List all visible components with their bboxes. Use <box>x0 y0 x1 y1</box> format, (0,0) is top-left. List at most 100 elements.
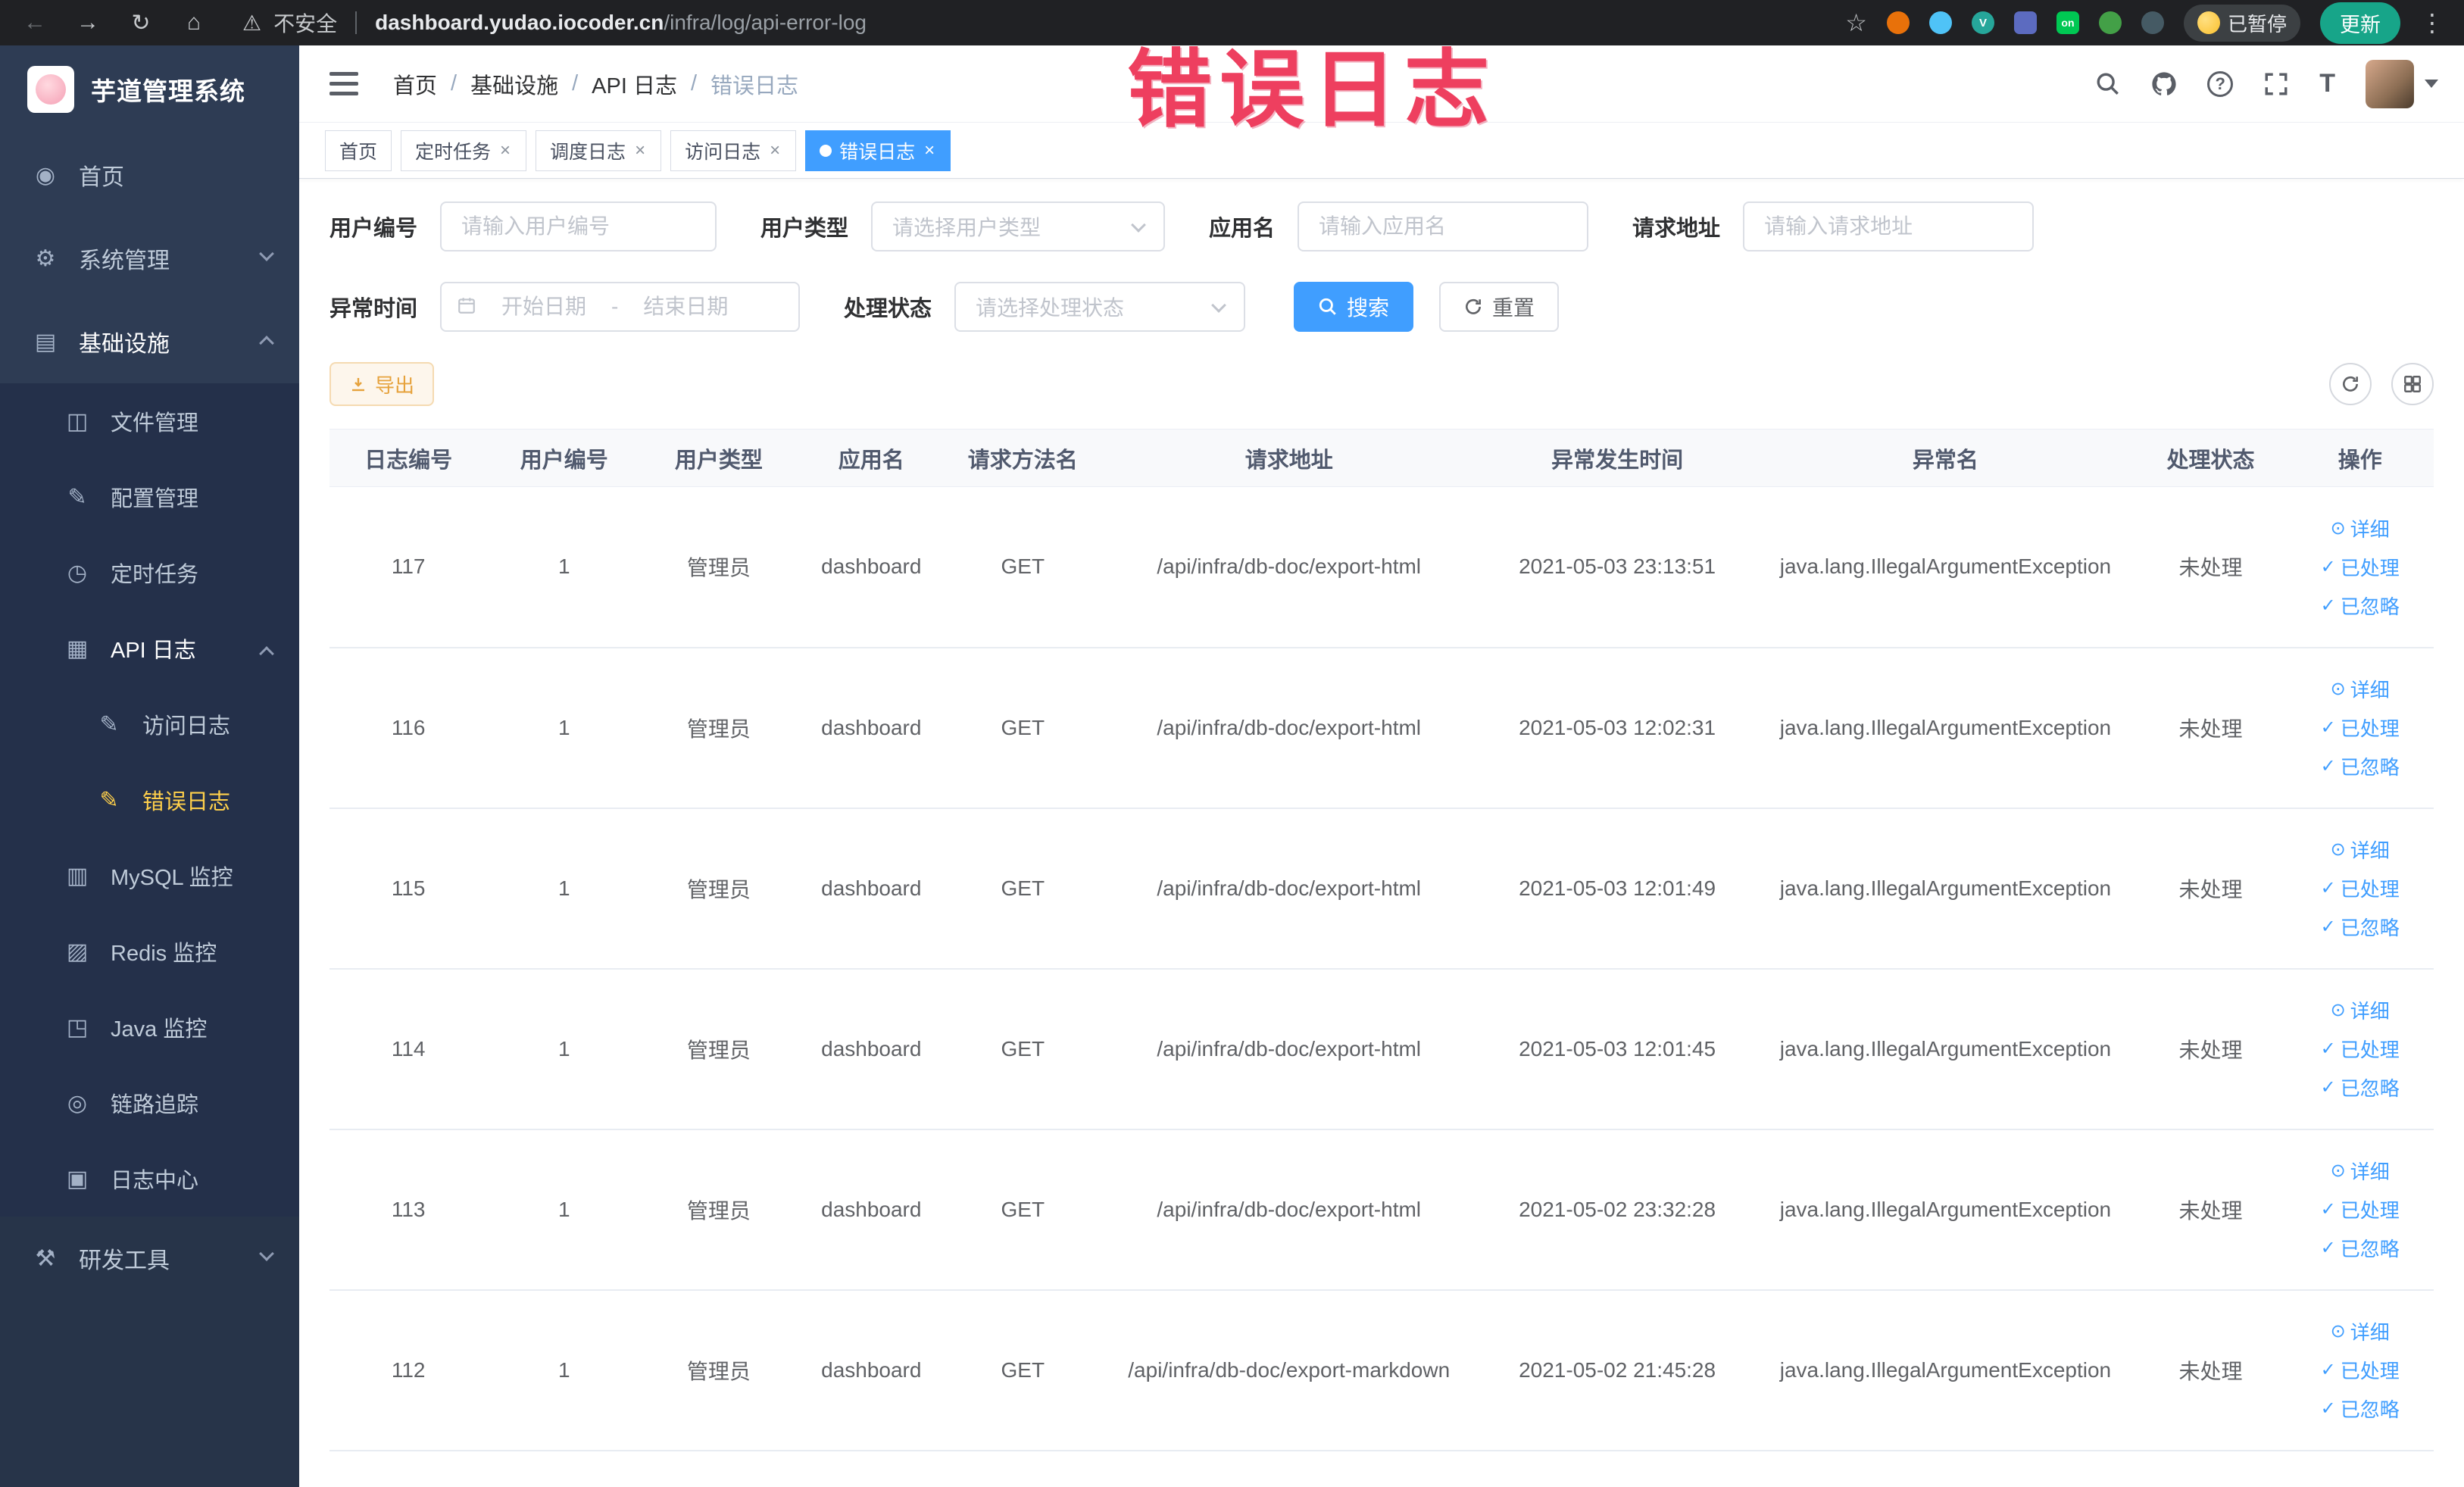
export-button[interactable]: 导出 <box>329 362 435 406</box>
ignored-link[interactable]: ✓ 已忽略 <box>2321 913 2400 941</box>
breadcrumb-api-log[interactable]: API 日志 <box>592 68 677 100</box>
user-type-select[interactable]: 请选择用户类型 <box>871 201 1166 251</box>
extension-vue-icon[interactable]: V <box>1971 11 1994 34</box>
extension-grid-icon[interactable] <box>2013 11 2037 34</box>
cell-log-id: 114 <box>329 968 488 1130</box>
tab-home[interactable]: 首页 <box>325 130 392 171</box>
sidebar-item-access-log[interactable]: ✎ 访问日志 <box>0 686 299 762</box>
sidebar-item-redis[interactable]: ▨ Redis 监控 <box>0 914 299 989</box>
close-icon[interactable]: × <box>923 140 936 161</box>
fullscreen-icon[interactable] <box>2263 71 2289 97</box>
processed-link[interactable]: ✓ 已处理 <box>2321 1035 2400 1063</box>
cell-time: 2021-05-03 12:02:31 <box>1478 647 1757 809</box>
help-icon[interactable]: ? <box>2207 70 2234 97</box>
address-bar[interactable]: ⚠ 不安全 dashboard.yudao.iocoder.cn/infra/l… <box>242 8 867 38</box>
doc-icon: ✎ <box>99 787 119 813</box>
end-date-input[interactable] <box>629 295 743 319</box>
processed-link[interactable]: ✓ 已处理 <box>2321 553 2400 581</box>
process-status-select[interactable]: 请选择处理状态 <box>954 282 1246 332</box>
ignored-link[interactable]: ✓ 已忽略 <box>2321 1395 2400 1423</box>
sidebar-item-error-log[interactable]: ✎ 错误日志 <box>0 762 299 838</box>
font-size-icon[interactable]: T <box>2319 69 2335 98</box>
extension-leaf-icon[interactable] <box>2098 11 2122 34</box>
ignored-link[interactable]: ✓ 已忽略 <box>2321 592 2400 620</box>
browser-home-icon[interactable]: ⌂ <box>179 10 209 36</box>
sidebar-item-file[interactable]: ◫ 文件管理 <box>0 383 299 459</box>
sidebar-item-system[interactable]: ⚙ 系统管理 <box>0 217 299 300</box>
detail-link[interactable]: ⊙ 详细 <box>2331 836 2390 864</box>
extension-on-badge-icon[interactable]: on <box>2056 11 2079 34</box>
sidebar: 芋道管理系统 ◉ 首页 ⚙ 系统管理 ▤ 基础设施 ◫ 文件管理 ✎ 配置管理 <box>0 45 299 1487</box>
log-icon: ▦ <box>66 636 89 661</box>
processed-label: 已处理 <box>2340 1039 2400 1061</box>
log-center-icon: ▣ <box>66 1166 89 1192</box>
tab-access-log[interactable]: 访问日志 × <box>670 130 797 171</box>
app-name-input[interactable] <box>1299 203 1588 250</box>
sidebar-item-mysql[interactable]: ▥ MySQL 监控 <box>0 838 299 914</box>
chevron-down-icon <box>1211 298 1226 313</box>
sidebar-item-log-center[interactable]: ▣ 日志中心 <box>0 1141 299 1217</box>
detail-link[interactable]: ⊙ 详细 <box>2331 514 2390 542</box>
tab-error-log[interactable]: 错误日志 × <box>805 130 951 171</box>
detail-link[interactable]: ⊙ 详细 <box>2331 1157 2390 1185</box>
detail-link[interactable]: ⊙ 详细 <box>2331 675 2390 703</box>
refresh-button[interactable] <box>2329 363 2372 405</box>
breadcrumb-infra[interactable]: 基础设施 <box>470 68 558 100</box>
table-row: 112 1 管理员 dashboard GET /api/infra/db-do… <box>329 1289 2434 1451</box>
column-settings-button[interactable] <box>2391 363 2434 405</box>
sidebar-item-config[interactable]: ✎ 配置管理 <box>0 459 299 535</box>
processed-link[interactable]: ✓ 已处理 <box>2321 714 2400 742</box>
app-logo[interactable]: 芋道管理系统 <box>0 45 299 133</box>
extension-blue-icon[interactable] <box>1928 11 1952 34</box>
sidebar-item-dev-tools[interactable]: ⚒ 研发工具 <box>0 1217 299 1300</box>
search-button[interactable]: 搜索 <box>1294 282 1414 332</box>
reset-button[interactable]: 重置 <box>1439 282 1560 332</box>
forward-icon[interactable]: → <box>73 10 103 36</box>
paused-badge[interactable]: 已暂停 <box>2183 4 2300 42</box>
processed-label: 已处理 <box>2340 717 2400 740</box>
sidebar-item-api-log[interactable]: ▦ API 日志 <box>0 611 299 686</box>
sidebar-item-infra[interactable]: ▤ 基础设施 <box>0 300 299 383</box>
close-icon[interactable]: × <box>768 140 782 161</box>
paused-label: 已暂停 <box>2227 12 2287 36</box>
sidebar-item-trace[interactable]: ◎ 链路追踪 <box>0 1065 299 1141</box>
cell-exception: java.lang.IllegalArgumentException <box>1756 486 2135 648</box>
back-icon[interactable]: ← <box>20 10 50 36</box>
breadcrumb-home[interactable]: 首页 <box>393 68 437 100</box>
user-menu[interactable] <box>2366 59 2438 108</box>
bookmark-star-icon[interactable]: ☆ <box>1845 8 1867 37</box>
ignored-link[interactable]: ✓ 已忽略 <box>2321 752 2400 780</box>
url-text: dashboard.yudao.iocoder.cn/infra/log/api… <box>375 11 867 35</box>
request-url-input[interactable] <box>1744 203 2033 250</box>
processed-link[interactable]: ✓ 已处理 <box>2321 1356 2400 1384</box>
processed-link[interactable]: ✓ 已处理 <box>2321 1195 2400 1223</box>
sidebar-item-label: 配置管理 <box>111 487 199 511</box>
update-button[interactable]: 更新 <box>2320 2 2400 44</box>
start-date-input[interactable] <box>487 295 601 319</box>
extension-pin-icon[interactable] <box>2141 11 2164 34</box>
github-icon[interactable] <box>2151 71 2177 97</box>
sidebar-item-job[interactable]: ◷ 定时任务 <box>0 535 299 611</box>
detail-link[interactable]: ⊙ 详细 <box>2331 1317 2390 1345</box>
date-range-picker[interactable]: - <box>440 282 801 332</box>
close-icon[interactable]: × <box>633 140 647 161</box>
search-button-label: 搜索 <box>1347 296 1390 320</box>
tab-job[interactable]: 定时任务 × <box>401 130 527 171</box>
close-icon[interactable]: × <box>498 140 512 161</box>
user-id-input[interactable] <box>442 203 716 250</box>
extension-orange-icon[interactable] <box>1886 11 1910 34</box>
eye-icon: ⊙ <box>2330 1321 2346 1342</box>
search-icon[interactable] <box>2095 71 2121 97</box>
sidebar-toggle-icon[interactable] <box>325 67 363 100</box>
ignored-link[interactable]: ✓ 已忽略 <box>2321 1073 2400 1101</box>
reload-icon[interactable]: ↻ <box>126 10 156 36</box>
detail-link[interactable]: ⊙ 详细 <box>2331 996 2390 1024</box>
tab-job-log[interactable]: 调度日志 × <box>536 130 662 171</box>
browser-menu-icon[interactable]: ⋮ <box>2420 8 2444 37</box>
sidebar-item-java[interactable]: ◳ Java 监控 <box>0 989 299 1065</box>
ignored-link[interactable]: ✓ 已忽略 <box>2321 1234 2400 1262</box>
sidebar-item-home[interactable]: ◉ 首页 <box>0 133 299 217</box>
processed-link[interactable]: ✓ 已处理 <box>2321 874 2400 902</box>
eye-icon: ⊙ <box>2330 1161 2346 1181</box>
chevron-down-icon <box>259 1246 274 1261</box>
